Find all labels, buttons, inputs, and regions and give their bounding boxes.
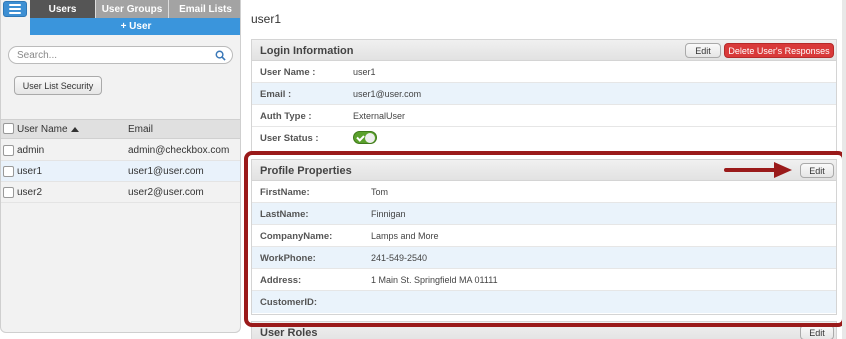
- tab-user-groups[interactable]: User Groups: [96, 0, 169, 18]
- field-value: 241-549-2540: [371, 253, 428, 263]
- field-label: CompanyName:: [260, 231, 333, 242]
- field-row-last-name: LastName: Finnigan: [252, 203, 836, 225]
- edit-roles-button[interactable]: Edit: [800, 325, 834, 339]
- list-item[interactable]: user1 user1@user.com: [1, 161, 240, 182]
- field-row-company-name: CompanyName: Lamps and More: [252, 225, 836, 247]
- field-row-address: Address: 1 Main St. Springfield MA 01111: [252, 269, 836, 291]
- user-status-toggle[interactable]: [353, 131, 377, 144]
- field-value: 1 Main St. Springfield MA 01111: [371, 275, 498, 285]
- toggle-knob: [365, 133, 375, 143]
- field-row-user-status: User Status :: [252, 127, 836, 149]
- field-value: user1@user.com: [353, 89, 422, 99]
- page-title: user1: [251, 12, 282, 26]
- user-email: admin@checkbox.com: [128, 145, 230, 156]
- arrow-icon: [724, 162, 792, 178]
- field-row-auth-type: Auth Type : ExternalUser: [252, 105, 836, 127]
- search-box: [8, 46, 233, 64]
- user-email: user1@user.com: [128, 166, 204, 177]
- field-label: FirstName:: [260, 187, 310, 198]
- field-row-work-phone: WorkPhone: 241-549-2540: [252, 247, 836, 269]
- field-label: CustomerID:: [260, 297, 318, 308]
- field-value: Finnigan: [371, 209, 406, 219]
- section-title: Login Information: [260, 45, 354, 57]
- login-information-section: Login Information Edit Delete User's Res…: [251, 39, 837, 152]
- edit-login-button[interactable]: Edit: [685, 43, 721, 58]
- list-header: User Name Email: [1, 119, 240, 139]
- list-item[interactable]: admin admin@checkbox.com: [1, 140, 240, 161]
- field-row-email: Email : user1@user.com: [252, 83, 836, 105]
- field-label: User Name :: [260, 67, 316, 78]
- field-label: WorkPhone:: [260, 253, 316, 264]
- field-row-customer-id: CustomerID:: [252, 291, 836, 313]
- field-value: Lamps and More: [371, 231, 439, 241]
- row-checkbox[interactable]: [3, 187, 14, 198]
- tab-bar: Users User Groups Email Lists: [30, 0, 240, 18]
- field-label: LastName:: [260, 209, 309, 220]
- field-label: User Status :: [260, 133, 319, 144]
- user-email: user2@user.com: [128, 187, 204, 198]
- profile-properties-section: Profile Properties Edit FirstName: Tom L…: [251, 159, 837, 315]
- section-title: Profile Properties: [260, 165, 352, 177]
- section-header: User Roles Edit: [252, 322, 836, 339]
- field-row-first-name: FirstName: Tom: [252, 181, 836, 203]
- column-header-user-name[interactable]: User Name: [17, 124, 79, 135]
- page-scrollbar[interactable]: [842, 0, 846, 339]
- row-checkbox[interactable]: [3, 145, 14, 156]
- edit-profile-button[interactable]: Edit: [800, 163, 834, 178]
- user-name: user1: [17, 166, 43, 177]
- section-header: Login Information Edit Delete User's Res…: [252, 40, 836, 61]
- delete-responses-button[interactable]: Delete User's Responses: [724, 43, 834, 58]
- search-icon[interactable]: [215, 50, 226, 61]
- column-header-email[interactable]: Email: [128, 124, 153, 135]
- field-value: ExternalUser: [353, 111, 406, 121]
- user-list-panel: Users User Groups Email Lists + User Use…: [0, 0, 241, 333]
- section-title: User Roles: [260, 327, 318, 339]
- user-roles-section: User Roles Edit: [251, 321, 837, 339]
- field-label: Email :: [260, 89, 292, 100]
- tab-users[interactable]: Users: [30, 0, 96, 18]
- column-header-user-name-label: User Name: [17, 124, 68, 135]
- user-name: admin: [17, 145, 45, 156]
- menu-icon[interactable]: [3, 1, 27, 17]
- row-checkbox[interactable]: [3, 166, 14, 177]
- field-value: Tom: [371, 187, 389, 197]
- tab-email-lists[interactable]: Email Lists: [169, 0, 240, 18]
- field-label: Address:: [260, 275, 302, 286]
- user-name: user2: [17, 187, 43, 198]
- sort-ascending-icon: [70, 127, 79, 132]
- field-label: Auth Type :: [260, 111, 312, 122]
- user-list-security-button[interactable]: User List Security: [14, 76, 102, 95]
- select-all-checkbox[interactable]: [3, 123, 14, 134]
- list-item[interactable]: user2 user2@user.com: [1, 182, 240, 203]
- search-input[interactable]: [17, 49, 212, 62]
- add-user-button[interactable]: + User: [30, 18, 240, 35]
- app-root: Users User Groups Email Lists + User Use…: [0, 0, 846, 339]
- field-value: user1: [353, 67, 376, 77]
- field-row-user-name: User Name : user1: [252, 61, 836, 83]
